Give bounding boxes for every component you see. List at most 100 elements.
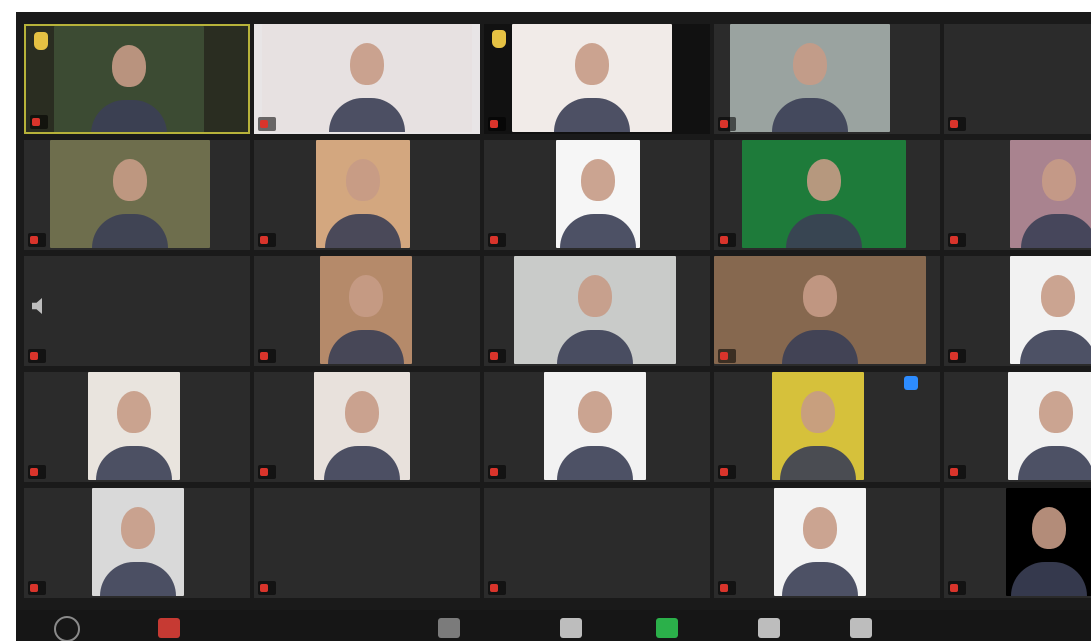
mic-muted-icon [260,352,268,360]
participant-tile[interactable] [714,372,940,482]
mic-muted-icon [950,352,958,360]
participant-tile[interactable] [944,24,1091,134]
participant-face [1039,391,1073,434]
participant-tile[interactable] [484,372,710,482]
participant-nametag [948,117,966,131]
participant-tile[interactable] [24,24,250,134]
participant-tile[interactable] [484,140,710,250]
share-screen-icon[interactable] [656,618,678,638]
participant-tile[interactable] [714,140,940,250]
participant-body [91,100,167,132]
participant-nametag [718,349,736,363]
reactions-icon[interactable] [850,618,872,638]
participant-nametag [30,115,48,129]
participant-nametag [258,465,276,479]
video-off-icon[interactable] [158,618,180,638]
participant-tile[interactable] [944,488,1091,598]
mic-muted-icon [950,584,958,592]
participant-face [803,275,837,318]
participant-tile[interactable] [24,372,250,482]
participant-tile[interactable] [714,24,940,134]
participant-video [772,372,864,480]
mic-muted-icon [950,468,958,476]
participant-video [320,256,412,364]
participant-tile[interactable] [484,256,710,366]
mic-muted-icon [260,236,268,244]
participant-tile[interactable] [24,488,250,598]
participant-body [325,214,401,248]
participant-face [801,391,835,434]
mic-muted-icon [490,352,498,360]
participant-video [88,372,180,480]
participant-video [54,26,204,132]
participant-nametag [258,233,276,247]
raised-hand-icon [34,32,48,50]
mic-muted-icon [30,236,38,244]
participant-grid [24,24,1091,610]
mic-muted-icon [720,468,728,476]
participant-tile[interactable] [254,24,480,134]
participant-video [262,24,472,132]
participants-icon[interactable] [438,618,460,638]
participant-face [121,507,155,550]
participant-body [782,562,858,596]
participant-video [316,140,410,248]
zoom-meeting-window [16,12,1091,641]
mic-muted-icon [490,468,498,476]
participant-body [554,98,630,132]
participant-video [1010,140,1091,248]
participant-nametag [488,117,506,131]
participant-video [742,140,906,248]
participant-tile[interactable] [484,24,710,134]
participant-face [581,159,615,202]
participant-body [324,446,400,480]
participant-tile[interactable] [24,140,250,250]
participant-nametag [28,233,46,247]
participant-video [1010,256,1091,364]
participant-face [578,391,612,434]
participant-tile[interactable] [714,256,940,366]
participant-body [328,330,404,364]
participant-tile[interactable] [254,488,480,598]
mic-muted-icon [260,120,268,128]
participant-tile[interactable] [944,256,1091,366]
mic-muted-icon [490,236,498,244]
participant-face [807,159,841,202]
mic-muted-icon [950,236,958,244]
participant-tile[interactable] [484,488,710,598]
participant-tile[interactable] [24,256,250,366]
chat-icon[interactable] [560,618,582,638]
participant-body [557,446,633,480]
participant-nametag [258,581,276,595]
participant-tile[interactable] [254,256,480,366]
participant-body [780,446,856,480]
participant-body [100,562,176,596]
participant-tile[interactable] [714,488,940,598]
participant-tile[interactable] [254,140,480,250]
participant-video [774,488,866,596]
participant-video [714,256,926,364]
participant-tile[interactable] [944,140,1091,250]
share-indicator-icon [904,376,918,390]
participant-tile[interactable] [254,372,480,482]
participant-face [345,391,379,434]
mic-muted-icon [260,468,268,476]
participant-nametag [718,581,736,595]
participant-video [1008,372,1091,480]
record-icon[interactable] [758,618,780,638]
audio-icon[interactable] [54,616,80,641]
participant-face [112,45,146,88]
participant-tile[interactable] [944,372,1091,482]
participant-video [556,140,640,248]
mic-muted-icon [32,118,40,126]
participant-face [578,275,612,318]
participant-body [786,214,862,248]
participant-body [772,98,848,132]
participant-video [314,372,410,480]
mic-muted-icon [490,584,498,592]
participant-nametag [948,349,966,363]
participant-video [730,24,890,132]
participant-face [117,391,151,434]
participant-face [793,43,827,86]
mic-muted-icon [490,120,498,128]
